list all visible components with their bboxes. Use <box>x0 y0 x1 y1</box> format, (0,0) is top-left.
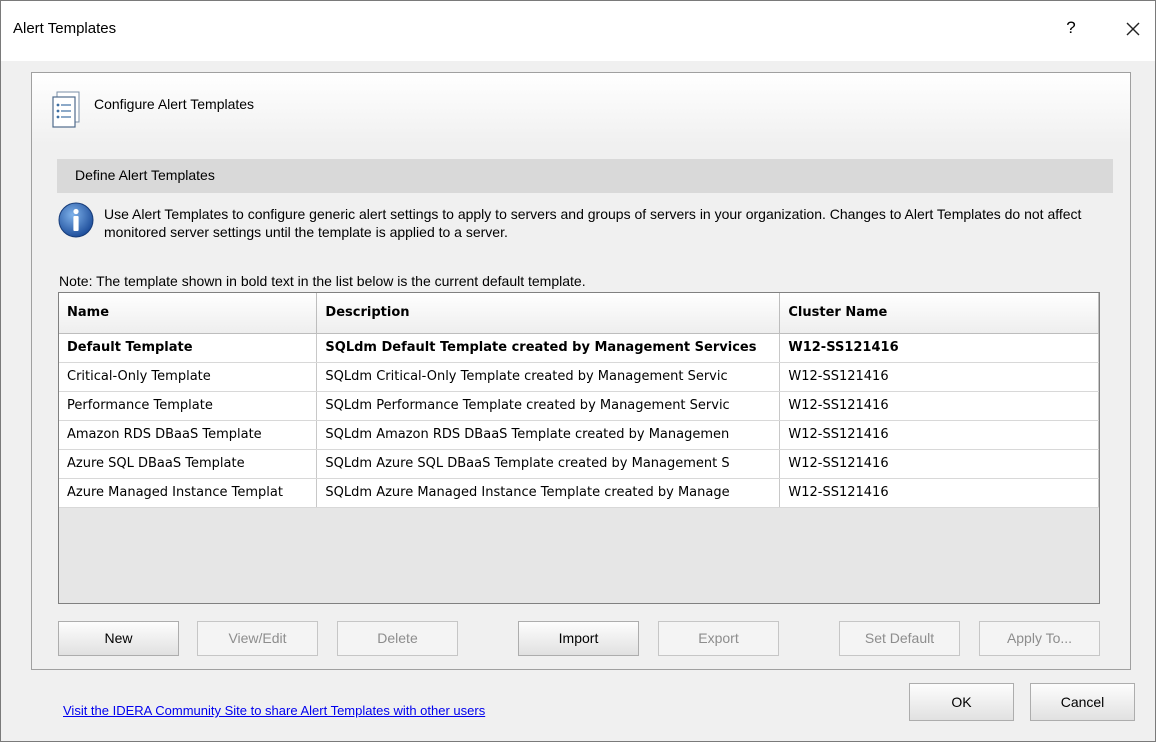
table-row[interactable]: Azure SQL DBaaS Template SQLdm Azure SQL… <box>59 449 1099 479</box>
cell-name: Performance Template <box>59 391 318 421</box>
column-header-cluster-name[interactable]: Cluster Name <box>779 293 1099 334</box>
cell-cluster: W12-SS121416 <box>779 362 1099 392</box>
default-template-note: Note: The template shown in bold text in… <box>59 273 586 289</box>
cell-cluster: W12-SS121416 <box>779 333 1099 363</box>
view-edit-button[interactable]: View/Edit <box>197 621 318 656</box>
window-title: Alert Templates <box>13 20 117 37</box>
table-header-row: Name Description Cluster Name <box>59 293 1099 334</box>
import-button[interactable]: Import <box>518 621 639 656</box>
cancel-button[interactable]: Cancel <box>1030 683 1135 721</box>
cell-name: Critical-Only Template <box>59 362 318 392</box>
info-icon <box>58 202 94 238</box>
document-list-icon <box>52 91 80 128</box>
cell-cluster: W12-SS121416 <box>779 391 1099 421</box>
templates-table: Name Description Cluster Name Default Te… <box>59 293 1099 508</box>
set-default-button[interactable]: Set Default <box>839 621 960 656</box>
column-header-name[interactable]: Name <box>59 293 318 334</box>
cell-name: Azure Managed Instance Templat <box>59 478 318 508</box>
info-text: Use Alert Templates to configure generic… <box>104 206 1082 240</box>
alert-templates-dialog: Alert Templates ? Configure Alert Templa… <box>0 0 1156 742</box>
header-title: Configure Alert Templates <box>94 96 255 112</box>
table-row[interactable]: Amazon RDS DBaaS Template SQLdm Amazon R… <box>59 420 1099 450</box>
table-row[interactable]: Critical-Only Template SQLdm Critical-On… <box>59 362 1099 392</box>
cell-name: Default Template <box>59 333 318 363</box>
ok-button[interactable]: OK <box>909 683 1014 721</box>
header-band: Configure Alert Templates <box>32 73 1130 145</box>
table-row[interactable]: Default Template SQLdm Default Template … <box>59 333 1099 363</box>
idera-community-link[interactable]: Visit the IDERA Community Site to share … <box>63 703 485 718</box>
close-button[interactable] <box>1119 15 1147 43</box>
section-title: Define Alert Templates <box>75 167 215 183</box>
apply-to-button[interactable]: Apply To... <box>979 621 1100 656</box>
cell-description: SQLdm Azure Managed Instance Template cr… <box>316 478 781 508</box>
table-row[interactable]: Azure Managed Instance Templat SQLdm Azu… <box>59 478 1099 508</box>
cell-cluster: W12-SS121416 <box>779 420 1099 450</box>
column-header-description[interactable]: Description <box>316 293 781 334</box>
section-header: Define Alert Templates <box>57 159 1113 193</box>
title-bar: Alert Templates ? <box>1 1 1155 61</box>
delete-button[interactable]: Delete <box>337 621 458 656</box>
cell-cluster: W12-SS121416 <box>779 449 1099 479</box>
templates-grid[interactable]: Name Description Cluster Name Default Te… <box>58 292 1100 604</box>
cell-description: SQLdm Critical-Only Template created by … <box>316 362 781 392</box>
help-button[interactable]: ? <box>1061 18 1081 40</box>
cell-description: SQLdm Azure SQL DBaaS Template created b… <box>316 449 781 479</box>
cell-description: SQLdm Performance Template created by Ma… <box>316 391 781 421</box>
export-button[interactable]: Export <box>658 621 779 656</box>
content-panel: Configure Alert Templates Define Alert T… <box>31 72 1131 670</box>
cell-description: SQLdm Default Template created by Manage… <box>316 333 781 363</box>
close-icon <box>1126 22 1140 36</box>
cell-name: Azure SQL DBaaS Template <box>59 449 318 479</box>
cell-description: SQLdm Amazon RDS DBaaS Template created … <box>316 420 781 450</box>
cell-cluster: W12-SS121416 <box>779 478 1099 508</box>
cell-name: Amazon RDS DBaaS Template <box>59 420 318 450</box>
table-row[interactable]: Performance Template SQLdm Performance T… <box>59 391 1099 421</box>
new-button[interactable]: New <box>58 621 179 656</box>
